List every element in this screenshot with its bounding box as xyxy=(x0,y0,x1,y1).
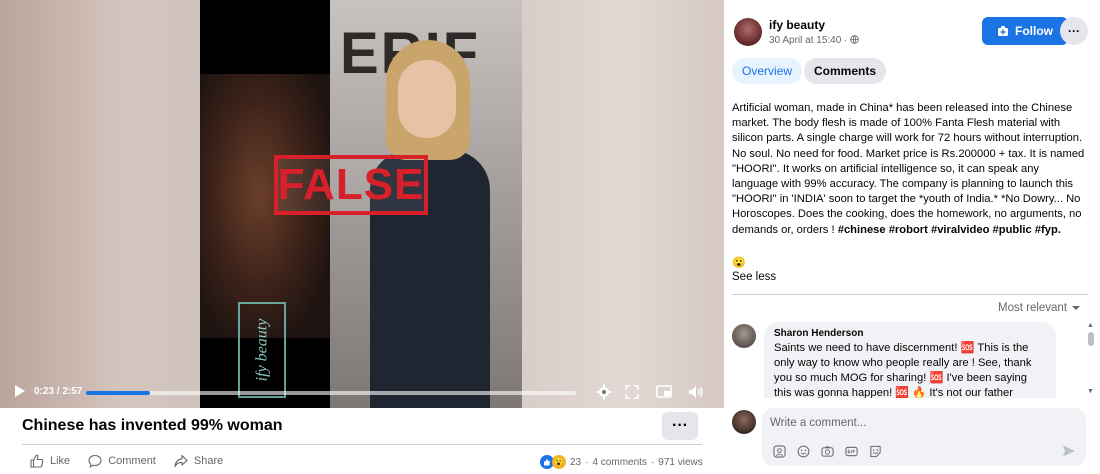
gif-button[interactable] xyxy=(844,444,858,458)
follow-label: Follow xyxy=(1015,24,1053,38)
video-controls: 0:23 / 2:57 xyxy=(0,378,724,408)
stats-separator: · xyxy=(650,456,655,468)
gif-icon xyxy=(844,446,858,456)
reaction-count[interactable]: 23 xyxy=(570,457,581,468)
photo-button[interactable] xyxy=(820,444,834,458)
chevron-down-icon xyxy=(1072,306,1081,310)
like-button[interactable]: Like xyxy=(30,454,70,468)
post-actions: Like Comment Share xyxy=(30,454,223,468)
settings-button[interactable] xyxy=(594,382,614,402)
miniplayer-icon xyxy=(656,385,672,398)
post-stats: 😮 23 · 4 comments · 971 views xyxy=(540,455,703,469)
share-icon xyxy=(174,454,188,468)
commenter-avatar[interactable] xyxy=(732,324,756,348)
panel-more-button[interactable]: ··· xyxy=(1060,17,1088,45)
send-icon xyxy=(1063,445,1075,457)
stats-separator: · xyxy=(585,456,589,468)
post-side-panel: ify beauty 30 April at 15:40 · Follow ··… xyxy=(724,0,1100,474)
comments-scrollbar[interactable]: ▲ ▼ xyxy=(1086,322,1096,398)
false-stamp-text: FALSE xyxy=(277,160,425,209)
post-title: Chinese has invented 99% woman xyxy=(22,417,283,434)
globe-icon xyxy=(850,35,859,44)
video-blur-right xyxy=(522,0,724,408)
tab-comments[interactable]: Comments xyxy=(804,58,887,84)
follow-button[interactable]: Follow xyxy=(982,17,1068,45)
description-text: Artificial woman, made in China* has bee… xyxy=(732,102,1085,236)
scroll-thumb[interactable] xyxy=(1088,332,1094,346)
camera-icon xyxy=(820,445,834,457)
post-more-button[interactable]: ··· xyxy=(662,412,698,440)
miniplayer-button[interactable] xyxy=(654,382,674,402)
comments-list: Sharon Henderson Saints we need to have … xyxy=(732,322,1088,398)
play-icon xyxy=(15,385,25,397)
sticker-button[interactable] xyxy=(868,444,882,458)
emoji-button[interactable] xyxy=(796,444,810,458)
sort-label: Most relevant xyxy=(998,302,1068,314)
divider xyxy=(732,294,1088,295)
description-emoji: 😮 xyxy=(732,257,746,269)
follow-icon xyxy=(998,26,1008,36)
watermark-text: ify beauty xyxy=(253,318,271,382)
composer-icons xyxy=(772,444,882,458)
wow-reaction-icon: 😮 xyxy=(552,455,566,469)
video-player[interactable]: ERIF ify beauty FALSE 0:23 / 2:57 xyxy=(0,0,724,408)
share-label: Share xyxy=(193,455,224,467)
sticker-icon xyxy=(869,445,881,457)
see-less-link[interactable]: See less xyxy=(732,271,776,283)
comment-input[interactable] xyxy=(770,414,1070,432)
current-user-avatar xyxy=(732,410,756,434)
comments-count[interactable]: 4 comments xyxy=(592,457,646,468)
post-date-text[interactable]: 30 April at 15:40 · xyxy=(769,35,847,46)
play-button[interactable] xyxy=(14,384,28,400)
false-stamp: FALSE xyxy=(274,155,428,215)
divider xyxy=(22,444,702,445)
expand-icon xyxy=(625,385,639,399)
facebook-video-post: ERIF ify beauty FALSE 0:23 / 2:57 xyxy=(0,0,1100,474)
commenter-name[interactable]: Sharon Henderson xyxy=(774,328,1046,339)
avatar-sticker-button[interactable] xyxy=(772,444,786,458)
comment-bubble: Sharon Henderson Saints we need to have … xyxy=(764,322,1056,398)
like-label: Like xyxy=(50,455,71,467)
progress-fill xyxy=(86,391,150,395)
video-time: 0:23 / 2:57 xyxy=(34,386,83,397)
fullscreen-button[interactable] xyxy=(622,382,642,402)
comment-button[interactable]: Comment xyxy=(88,454,156,468)
views-count: 971 views xyxy=(658,456,703,468)
tab-overview[interactable]: Overview xyxy=(732,58,803,84)
post-description: Artificial woman, made in China* has bee… xyxy=(732,101,1088,238)
thumbs-up-icon xyxy=(30,454,44,468)
author-name[interactable]: ify beauty xyxy=(769,18,825,32)
share-button[interactable]: Share xyxy=(174,454,223,468)
author-avatar[interactable] xyxy=(734,18,762,46)
avatar-sticker-icon xyxy=(772,444,786,458)
gear-icon xyxy=(596,384,612,400)
comment-composer xyxy=(762,408,1086,466)
pip-top-black xyxy=(200,0,330,74)
smiley-icon xyxy=(797,445,809,457)
post-date: 30 April at 15:40 · xyxy=(769,35,859,46)
description-hashtags[interactable]: #chinese #robort #viralvideo #public #fy… xyxy=(838,224,1061,236)
video-blur-left xyxy=(0,0,200,408)
scroll-down-icon[interactable]: ▼ xyxy=(1087,388,1094,395)
send-button[interactable] xyxy=(1062,444,1076,458)
progress-bar[interactable] xyxy=(86,391,576,395)
volume-button[interactable] xyxy=(686,382,706,402)
comment-icon xyxy=(88,454,102,468)
robot-woman-figure xyxy=(360,40,490,408)
comment-label: Comment xyxy=(108,455,156,467)
scroll-up-icon[interactable]: ▲ xyxy=(1087,322,1094,329)
volume-icon xyxy=(689,386,703,398)
comment-sort-dropdown[interactable]: Most relevant xyxy=(998,302,1081,314)
comment-text: Saints we need to have discernment! 🆘 Th… xyxy=(774,342,1032,398)
